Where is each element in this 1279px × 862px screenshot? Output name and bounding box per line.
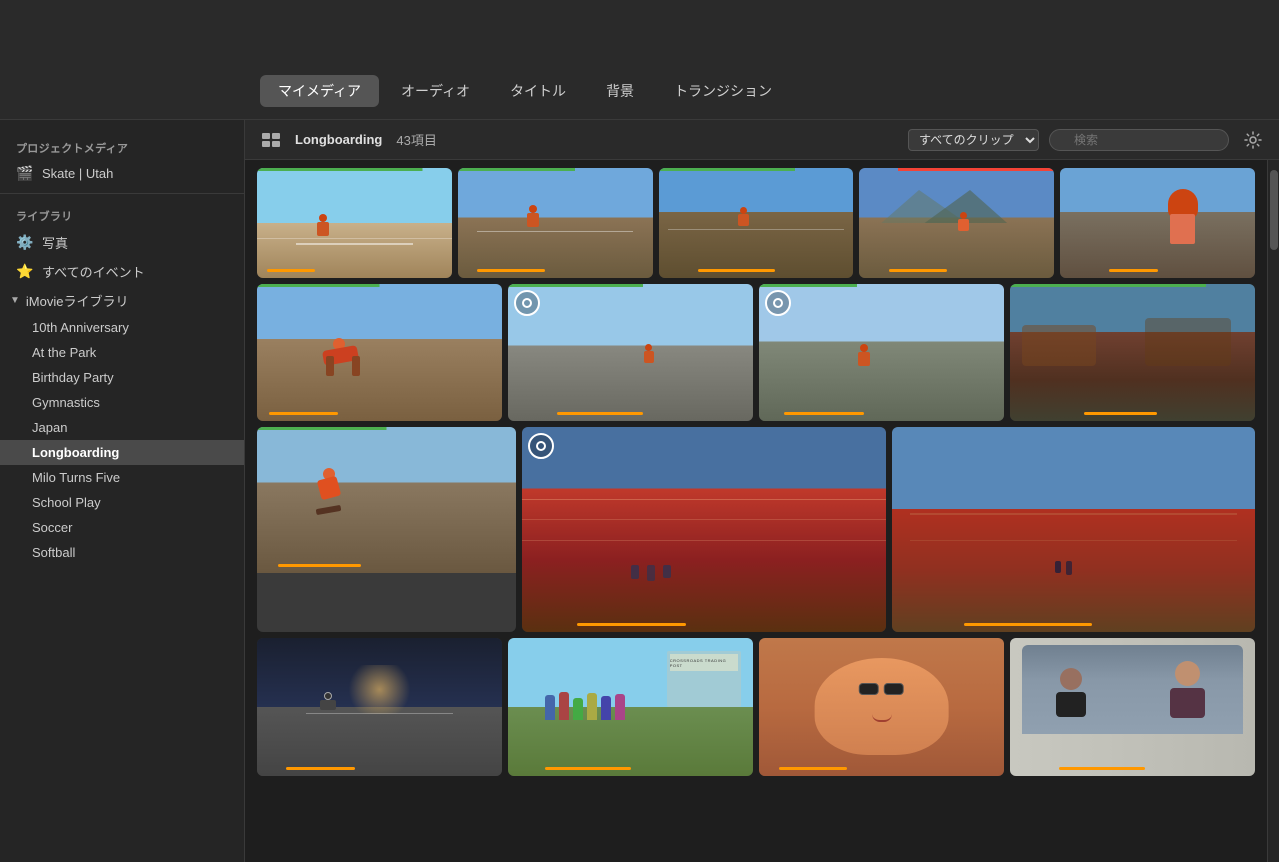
longboarding-label: Longboarding [32,445,119,460]
project-section-title: プロジェクトメディア [0,132,244,160]
grid-icon [262,133,280,147]
tab-audio[interactable]: オーディオ [383,75,488,107]
video-thumb-3[interactable] [659,168,854,278]
video-thumb-6[interactable] [257,284,502,422]
settings-button[interactable] [1239,126,1267,154]
slowmo-badge-8 [765,290,791,316]
clip-filter-select[interactable]: すべてのクリップ [908,129,1039,151]
grid-scroll-container: CROSSROADS TRADING POST [245,160,1279,862]
main-layout: プロジェクトメディア 🎬 Skate | Utah ライブラリ ⚙️ 写真 ⭐ … [0,120,1279,862]
anniversary-label: 10th Anniversary [32,320,129,335]
video-thumb-2[interactable] [458,168,653,278]
video-thumb-9[interactable] [1010,284,1255,422]
sidebar-divider [0,193,244,194]
triangle-icon: ▼ [10,295,20,306]
video-thumb-11[interactable] [522,427,885,631]
grid-view-button[interactable] [257,126,285,154]
gear-icon [1244,131,1262,149]
sidebar-item-softball[interactable]: Softball [0,540,244,565]
sidebar-item-at-the-park[interactable]: At the Park [0,340,244,365]
sidebar-item-gymnastics[interactable]: Gymnastics [0,390,244,415]
tab-backgrounds[interactable]: 背景 [588,75,652,107]
library-section-title: ライブラリ [0,200,244,228]
sidebar-item-longboarding[interactable]: Longboarding [0,440,244,465]
milo-label: Milo Turns Five [32,470,120,485]
video-thumb-15[interactable] [759,638,1004,776]
content-area: Longboarding 43項目 すべてのクリップ 🔍 [245,120,1279,862]
scrollbar-track[interactable] [1267,160,1279,862]
video-row-2 [257,284,1255,422]
event-name: Longboarding [295,132,382,147]
item-count: 43項目 [396,130,898,149]
slowmo-badge-7 [514,290,540,316]
imovie-library-label: iMovieライブラリ [26,291,129,310]
video-thumb-4[interactable] [859,168,1054,278]
at-the-park-label: At the Park [32,345,96,360]
japan-label: Japan [32,420,67,435]
movie-icon: 🎬 [16,165,34,182]
video-thumb-12[interactable] [892,427,1255,631]
video-thumb-5[interactable] [1060,168,1255,278]
video-thumb-14[interactable]: CROSSROADS TRADING POST [508,638,753,776]
video-thumb-1[interactable] [257,168,452,278]
search-wrapper: 🔍 [1049,129,1229,151]
video-thumb-16[interactable] [1010,638,1255,776]
all-events-label: すべてのイベント [42,262,145,281]
soccer-label: Soccer [32,520,72,535]
sidebar-item-school-play[interactable]: School Play [0,490,244,515]
project-label: Skate | Utah [42,166,113,181]
sidebar-item-project[interactable]: 🎬 Skate | Utah [0,160,244,187]
sidebar-item-japan[interactable]: Japan [0,415,244,440]
imovie-library-header[interactable]: ▼ iMovieライブラリ [0,286,244,315]
sidebar-item-all-events[interactable]: ⭐ すべてのイベント [0,257,244,286]
slowmo-badge-11 [528,433,554,459]
video-grid: CROSSROADS TRADING POST [245,160,1267,862]
school-play-label: School Play [32,495,101,510]
video-row-1 [257,168,1255,278]
sidebar-item-photos[interactable]: ⚙️ 写真 [0,228,244,257]
video-row-4: CROSSROADS TRADING POST [257,638,1255,776]
top-navigation: マイメディア オーディオ タイトル 背景 トランジション [0,0,1279,120]
video-thumb-10[interactable] [257,427,516,631]
sidebar-item-birthday-party[interactable]: Birthday Party [0,365,244,390]
softball-label: Softball [32,545,75,560]
sidebar-item-soccer[interactable]: Soccer [0,515,244,540]
search-input[interactable] [1049,129,1229,151]
photos-label: 写真 [42,233,68,252]
video-thumb-13[interactable] [257,638,502,776]
tab-my-media[interactable]: マイメディア [260,75,379,107]
star-icon: ⭐ [16,263,34,280]
sidebar: プロジェクトメディア 🎬 Skate | Utah ライブラリ ⚙️ 写真 ⭐ … [0,120,245,862]
video-thumb-8[interactable] [759,284,1004,422]
video-thumb-7[interactable] [508,284,753,422]
photos-icon: ⚙️ [16,234,34,251]
sidebar-item-10th-anniversary[interactable]: 10th Anniversary [0,315,244,340]
birthday-party-label: Birthday Party [32,370,114,385]
video-row-3 [257,427,1255,631]
content-toolbar: Longboarding 43項目 すべてのクリップ 🔍 [245,120,1279,160]
tab-transitions[interactable]: トランジション [656,75,790,107]
sidebar-item-milo-turns-five[interactable]: Milo Turns Five [0,465,244,490]
scrollbar-thumb[interactable] [1270,170,1278,250]
tab-titles[interactable]: タイトル [492,75,584,107]
gymnastics-label: Gymnastics [32,395,100,410]
